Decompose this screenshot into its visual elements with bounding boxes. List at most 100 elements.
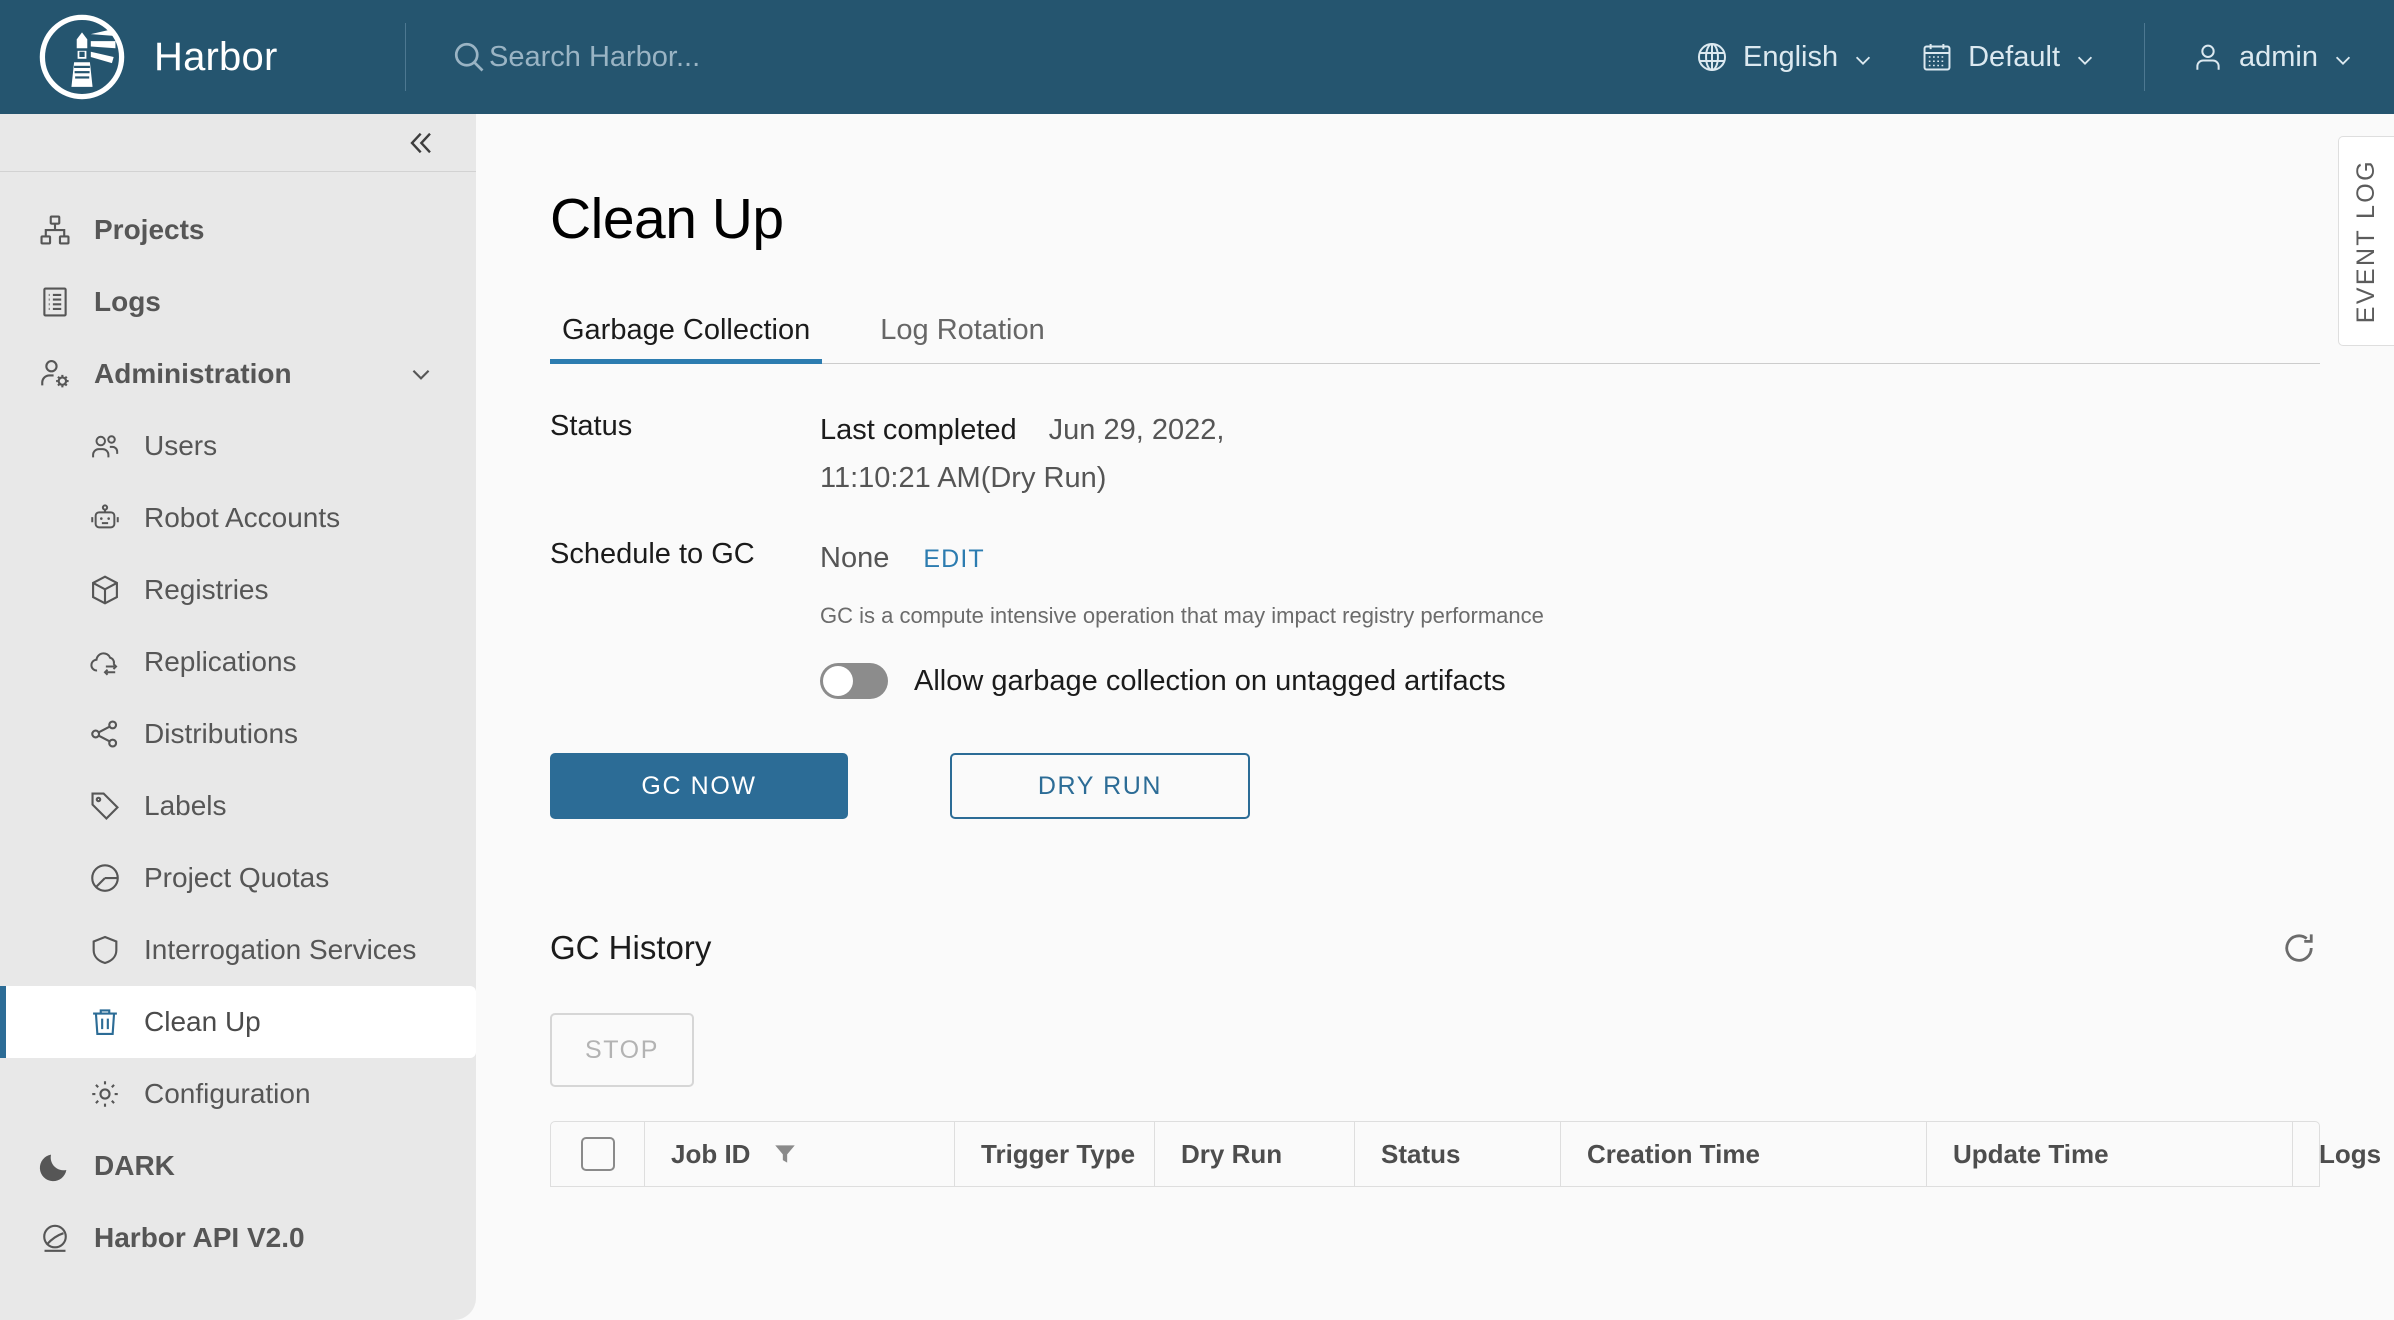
status-row: Status Last completed Jun 29, 2022, 11:10… xyxy=(550,406,2394,502)
shield-icon xyxy=(88,933,122,967)
double-chevron-left-icon[interactable] xyxy=(404,127,436,159)
sidebar-item-robot-accounts[interactable]: Robot Accounts xyxy=(0,482,476,554)
chevron-down-icon xyxy=(2074,46,2096,68)
language-selector[interactable]: English xyxy=(1695,40,1874,74)
project-scope-selector[interactable]: Default xyxy=(1920,40,2096,74)
project-scope-label: Default xyxy=(1968,40,2060,73)
api-globe-icon xyxy=(38,1221,72,1255)
event-log-tab[interactable]: EVENT LOG xyxy=(2338,136,2394,346)
sidebar-item-label: Harbor API V2.0 xyxy=(94,1222,305,1253)
sidebar-item-distributions[interactable]: Distributions xyxy=(0,698,476,770)
sidebar-item-label: Logs xyxy=(94,286,161,317)
chevron-down-icon xyxy=(1852,46,1874,68)
sidebar-item-label: Labels xyxy=(144,790,227,821)
status-date: Jun 29, 2022, xyxy=(1048,414,1225,446)
moon-icon xyxy=(38,1149,72,1183)
search-area[interactable] xyxy=(406,0,1649,114)
share-nodes-icon xyxy=(88,717,122,751)
search-input[interactable] xyxy=(489,40,1189,74)
gc-history-table: Job ID Trigger Type Dry Run Status Creat… xyxy=(550,1121,2381,1187)
sidebar-item-label: Configuration xyxy=(144,1078,311,1109)
column-header-dry-run[interactable]: Dry Run xyxy=(1155,1122,1355,1186)
status-time: 11:10:21 AM(Dry Run) xyxy=(820,462,1107,494)
status-label: Status xyxy=(550,410,633,442)
sidebar-item-configuration[interactable]: Configuration xyxy=(0,1058,476,1130)
tab-bar: Garbage Collection Log Rotation xyxy=(550,306,2320,364)
gc-now-button[interactable]: GC NOW xyxy=(550,753,848,819)
sidebar-item-interrogation-services[interactable]: Interrogation Services xyxy=(0,914,476,986)
column-header-update-time[interactable]: Update Time xyxy=(1927,1122,2293,1186)
schedule-label: Schedule to GC xyxy=(550,538,755,570)
refresh-icon[interactable] xyxy=(2278,927,2320,969)
dry-run-button[interactable]: DRY RUN xyxy=(950,753,1250,819)
column-header-status[interactable]: Status xyxy=(1355,1122,1561,1186)
sidebar-item-registries[interactable]: Registries xyxy=(0,554,476,626)
sidebar-item-dark-mode[interactable]: DARK xyxy=(0,1130,476,1202)
language-label: English xyxy=(1742,40,1839,73)
brand-title: Harbor xyxy=(154,34,278,79)
stop-button[interactable]: STOP xyxy=(550,1013,694,1087)
trash-icon xyxy=(88,1005,122,1039)
sidebar-item-label: Robot Accounts xyxy=(144,502,341,533)
schedule-value-group: None EDIT xyxy=(820,534,985,583)
sidebar-item-administration[interactable]: Administration xyxy=(0,338,476,410)
calendar-icon xyxy=(1920,40,1954,74)
event-log-label: EVENT LOG xyxy=(2352,158,2380,324)
sidebar-item-label: Clean Up xyxy=(144,1006,261,1037)
globe-icon xyxy=(1695,40,1729,74)
sidebar-item-projects[interactable]: Projects xyxy=(0,194,476,266)
untagged-artifacts-toggle-row: Allow garbage collection on untagged art… xyxy=(820,663,2394,699)
projects-icon xyxy=(38,213,72,247)
select-all-checkbox[interactable] xyxy=(580,1137,615,1171)
schedule-row: Schedule to GC None EDIT xyxy=(550,534,2394,583)
user-icon xyxy=(2191,40,2225,74)
harbor-lighthouse-logo xyxy=(38,13,126,101)
cloud-sync-icon xyxy=(88,645,122,679)
administration-icon xyxy=(38,357,72,391)
tab-log-rotation[interactable]: Log Rotation xyxy=(868,314,1056,363)
tab-garbage-collection[interactable]: Garbage Collection xyxy=(550,314,823,364)
logs-icon xyxy=(38,285,72,319)
untagged-artifacts-toggle[interactable] xyxy=(820,663,888,699)
gc-history-header: GC History xyxy=(550,927,2320,969)
column-label: Job ID xyxy=(671,1138,751,1169)
column-header-logs[interactable]: Logs xyxy=(2293,1122,2381,1186)
sidebar-item-users[interactable]: Users xyxy=(0,410,476,482)
column-header-trigger-type[interactable]: Trigger Type xyxy=(955,1122,1155,1186)
status-value: Last completed Jun 29, 2022, 11:10:21 AM(… xyxy=(820,406,1224,502)
select-all-header xyxy=(551,1122,645,1186)
pie-chart-icon xyxy=(88,861,122,895)
gc-action-buttons: GC NOW DRY RUN xyxy=(550,753,2394,819)
schedule-value: None xyxy=(820,542,890,574)
status-prefix: Last completed xyxy=(820,414,1017,446)
sidebar-item-label: Administration xyxy=(94,358,292,389)
sidebar-item-label: DARK xyxy=(94,1150,175,1181)
brand-home-link[interactable]: Harbor xyxy=(0,0,405,114)
sidebar-item-clean-up[interactable]: Clean Up xyxy=(0,986,476,1058)
chevron-down-icon xyxy=(2332,46,2354,68)
toggle-knob xyxy=(823,666,853,696)
sidebar-item-logs[interactable]: Logs xyxy=(0,266,476,338)
tag-icon xyxy=(88,789,122,823)
edit-schedule-link[interactable]: EDIT xyxy=(923,545,984,573)
sidebar-nav: Projects Logs Administration Users Robot… xyxy=(0,172,476,1274)
sidebar-item-labels[interactable]: Labels xyxy=(0,770,476,842)
stop-row: STOP xyxy=(550,1013,2394,1087)
funnel-filter-icon[interactable] xyxy=(772,1141,798,1167)
sidebar-item-harbor-api[interactable]: Harbor API V2.0 xyxy=(0,1202,476,1274)
sidebar-item-project-quotas[interactable]: Project Quotas xyxy=(0,842,476,914)
sidebar-item-label: Interrogation Services xyxy=(144,934,417,965)
main-content: Clean Up Garbage Collection Log Rotation… xyxy=(476,114,2394,1320)
user-menu[interactable]: admin xyxy=(2191,40,2354,74)
sidebar-item-replications[interactable]: Replications xyxy=(0,626,476,698)
user-label: admin xyxy=(2239,40,2318,73)
sidebar-item-label: Replications xyxy=(144,646,297,677)
harbor-app: Harbor English xyxy=(0,0,2394,1320)
sidebar-item-label: Distributions xyxy=(144,718,299,749)
users-icon xyxy=(88,429,122,463)
sidebar-item-label: Projects xyxy=(94,214,205,245)
column-header-creation-time[interactable]: Creation Time xyxy=(1561,1122,1927,1186)
chevron-down-icon[interactable] xyxy=(408,361,434,387)
column-header-job-id[interactable]: Job ID xyxy=(645,1122,955,1186)
sidebar: Projects Logs Administration Users Robot… xyxy=(0,114,476,1320)
